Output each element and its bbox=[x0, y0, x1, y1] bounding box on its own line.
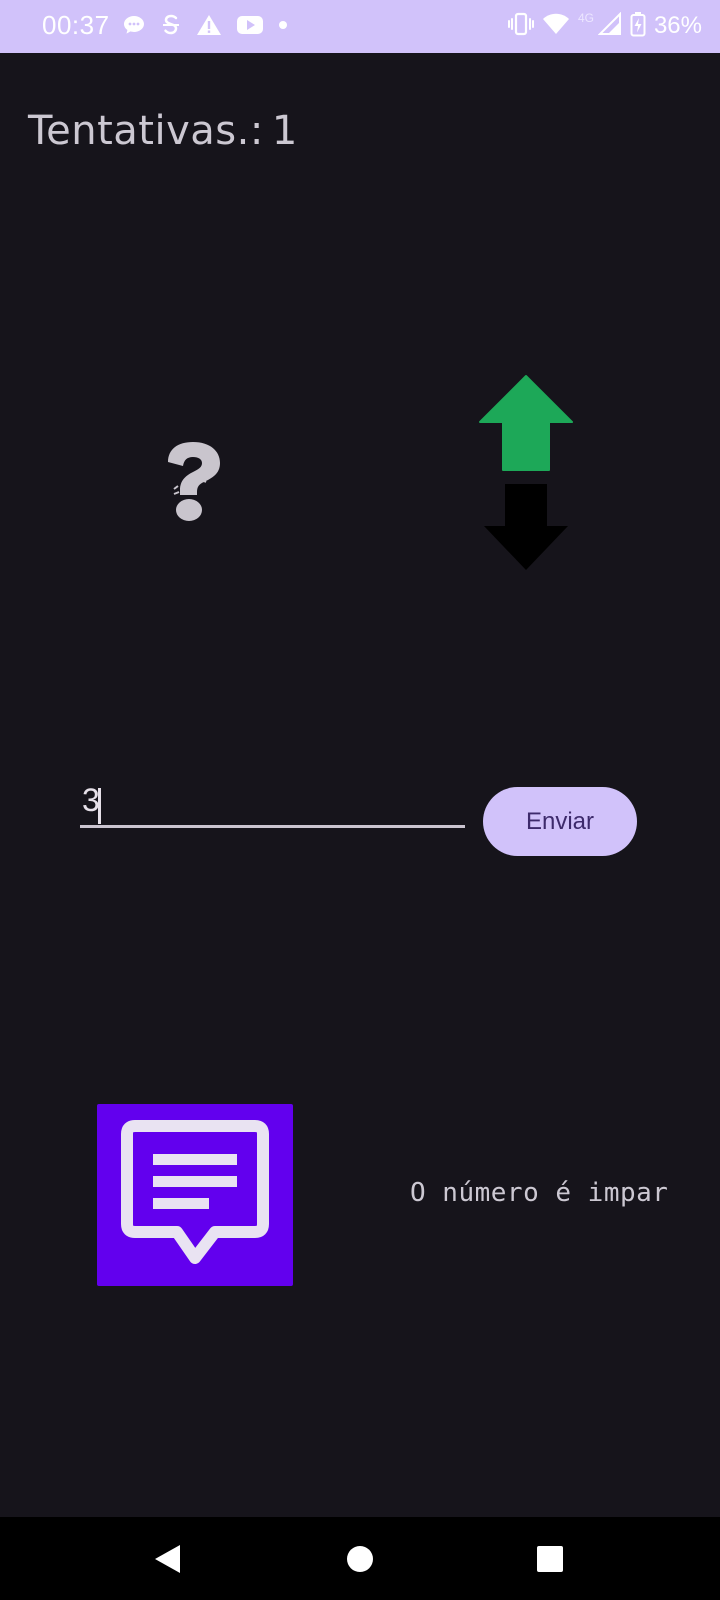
hint-text: O número é impar bbox=[410, 1178, 669, 1208]
home-icon[interactable] bbox=[338, 1537, 382, 1581]
arrow-down-icon bbox=[484, 484, 568, 570]
s-app-icon bbox=[160, 13, 182, 41]
network-type-label: 4G bbox=[577, 11, 594, 25]
vibrate-icon bbox=[507, 11, 534, 41]
send-button[interactable]: Enviar bbox=[483, 787, 637, 856]
guess-input[interactable] bbox=[80, 776, 465, 828]
status-bar: 00:37 4G 36% bbox=[0, 0, 720, 53]
dot-icon bbox=[278, 13, 288, 41]
wifi-icon bbox=[542, 12, 570, 40]
youtube-icon bbox=[236, 14, 264, 40]
arrow-up-icon bbox=[479, 375, 573, 471]
back-icon[interactable] bbox=[145, 1537, 189, 1581]
status-time: 00:37 bbox=[42, 10, 110, 40]
hint-arrows bbox=[476, 374, 576, 574]
question-mark-icon bbox=[160, 440, 224, 524]
battery-icon bbox=[630, 11, 646, 41]
attempts-counter: Tentativas.: 1 bbox=[28, 108, 298, 154]
recents-icon[interactable] bbox=[528, 1537, 572, 1581]
attempts-label: Tentativas.: bbox=[28, 108, 264, 154]
notification-icons bbox=[122, 13, 288, 41]
chat-bubble-icon bbox=[122, 13, 146, 41]
cell-signal-icon bbox=[597, 11, 622, 40]
warning-icon bbox=[196, 13, 222, 41]
attempts-value: 1 bbox=[271, 108, 298, 154]
text-cursor bbox=[98, 788, 101, 824]
system-icons: 4G 36% bbox=[507, 11, 702, 41]
message-icon bbox=[97, 1104, 293, 1286]
navigation-bar bbox=[0, 1517, 720, 1600]
app-screen: 00:37 4G 36% Tentativas.: 1 3 Enviar O n… bbox=[0, 0, 720, 1600]
battery-percent: 36% bbox=[653, 12, 702, 39]
